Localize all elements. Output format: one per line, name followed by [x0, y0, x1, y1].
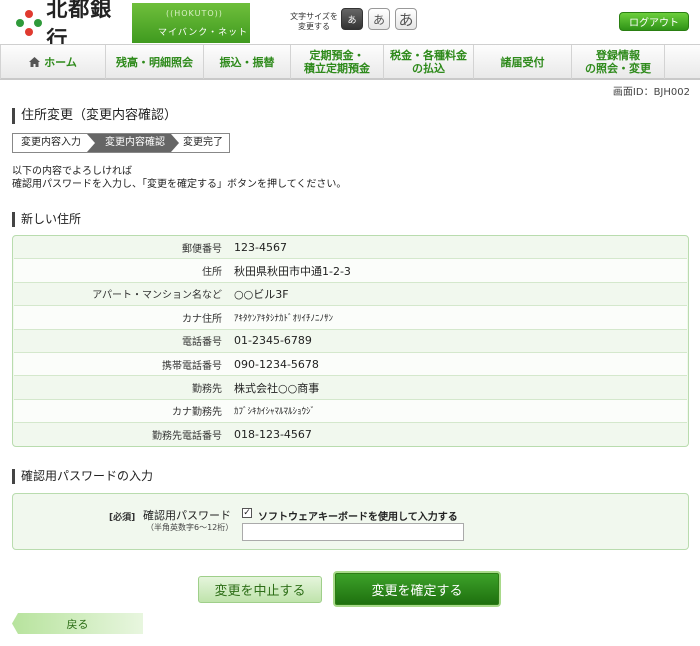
step-input: 変更内容入力	[13, 134, 87, 152]
software-keyboard-label[interactable]: ソフトウェアキーボードを使用して入力する	[258, 508, 458, 523]
section-title-password: 確認用パスワードの入力	[12, 469, 153, 484]
nav-item-transfer[interactable]: 振込・振替	[204, 45, 291, 79]
row-label: 勤務先	[192, 384, 222, 396]
row-value: 123-4567	[234, 240, 287, 254]
row-label: カナ勤務先	[172, 407, 222, 419]
row-label: 電話番号	[182, 337, 222, 349]
font-size-medium-button[interactable]: あ	[368, 8, 390, 30]
nav-item-balance[interactable]: 残高・明細照会	[106, 45, 204, 79]
row-value: ｱｷﾀｹﾝｱｷﾀｼﾅｶﾄﾞｵﾘｲﾁﾉﾆﾉｻﾝ	[234, 313, 334, 324]
nav-item-time-deposit[interactable]: 定期預金・ 積立定期預金	[291, 45, 384, 79]
screen-id: 画面ID：BJH002	[612, 87, 690, 98]
confirm-change-button[interactable]: 変更を確定する	[333, 571, 501, 607]
row-value: ｶﾌﾞｼｷｶｲｼｬﾏﾙﾏﾙｼｮｳｼﾞ	[234, 407, 316, 418]
font-size-small-button[interactable]: あ	[341, 8, 363, 30]
password-panel: [必須] 確認用パスワード （半角英数字6～12桁） ✓ ソフトウェアキーボード…	[12, 493, 689, 550]
font-size-label: 文字サイズを 変更する	[290, 12, 338, 31]
home-icon	[29, 57, 41, 67]
row-label: 勤務先電話番号	[152, 431, 222, 443]
row-value: 01-2345-6789	[234, 334, 312, 348]
password-input[interactable]	[242, 523, 464, 541]
bank-logo[interactable]: 北都銀行 ((HOKUTO)) マイバンク・ネット	[12, 0, 250, 51]
nav-item-home[interactable]: ホーム	[0, 45, 106, 79]
table-row: 勤務先 株式会社○○商事	[14, 376, 687, 400]
table-row: 携帯電話番号 090-1234-5678	[14, 352, 687, 377]
instructions: 以下の内容でよろしければ 確認用パスワードを入力し、「変更を確定する」ボタンを押…	[12, 166, 347, 190]
step-complete: 変更完了	[179, 134, 229, 152]
progress-steps: 変更内容入力 変更内容確認 変更完了	[12, 133, 230, 153]
row-value: ○○ビル3F	[234, 287, 289, 301]
page-title: 住所変更（変更内容確認）	[12, 108, 177, 124]
required-badge: [必須]	[109, 513, 136, 523]
brand-subtitle: マイバンク・ネット	[158, 28, 249, 38]
font-size-large-button[interactable]: あ	[395, 8, 417, 30]
step-arrow	[171, 134, 179, 152]
global-nav: ホーム 残高・明細照会 振込・振替 定期預金・ 積立定期預金 税金・各種料金 の…	[0, 44, 700, 80]
row-value: 090-1234-5678	[234, 357, 319, 371]
row-value: 018-123-4567	[234, 428, 312, 442]
row-value: 秋田県秋田市中通1-2-3	[234, 264, 351, 278]
new-address-table: 郵便番号 123-4567 住所 秋田県秋田市中通1-2-3 アパート・マンショ…	[12, 235, 689, 447]
table-row: 郵便番号 123-4567	[14, 236, 687, 260]
nav-item-registration[interactable]: 登録情報 の照会・変更	[572, 45, 665, 79]
brand-roman: ((HOKUTO))	[166, 9, 223, 18]
table-row: 電話番号 01-2345-6789	[14, 330, 687, 353]
cancel-change-button[interactable]: 変更を中止する	[198, 576, 322, 603]
row-value: 株式会社○○商事	[234, 381, 320, 395]
back-button[interactable]: 戻る	[12, 613, 143, 634]
table-row: カナ勤務先 ｶﾌﾞｼｷｶｲｼｬﾏﾙﾏﾙｼｮｳｼﾞ	[14, 399, 687, 424]
table-row: 住所 秋田県秋田市中通1-2-3	[14, 259, 687, 283]
step-arrow	[87, 134, 95, 152]
row-label: アパート・マンション名など	[92, 290, 222, 302]
bank-logo-icon	[16, 10, 42, 36]
step-confirm: 変更内容確認	[95, 134, 171, 152]
password-hint: （半角英数字6～12桁）	[146, 523, 234, 532]
row-label: 携帯電話番号	[162, 360, 222, 372]
table-row: 勤務先電話番号 018-123-4567	[14, 423, 687, 446]
row-label: カナ住所	[182, 313, 222, 325]
logout-button[interactable]: ログアウト	[619, 12, 689, 31]
password-label: 確認用パスワード	[143, 509, 231, 522]
row-label: 住所	[202, 267, 222, 279]
row-label: 郵便番号	[182, 243, 222, 255]
section-title-new-address: 新しい住所	[12, 212, 81, 227]
nav-item-tax-payment[interactable]: 税金・各種料金 の払込	[384, 45, 474, 79]
software-keyboard-checkbox[interactable]: ✓	[242, 508, 252, 518]
table-row: アパート・マンション名など ○○ビル3F	[14, 283, 687, 307]
nav-item-applications[interactable]: 諸届受付	[474, 45, 572, 79]
header: 北都銀行 ((HOKUTO)) マイバンク・ネット 文字サイズを 変更する あ …	[0, 0, 700, 51]
table-row: カナ住所 ｱｷﾀｹﾝｱｷﾀｼﾅｶﾄﾞｵﾘｲﾁﾉﾆﾉｻﾝ	[14, 306, 687, 330]
